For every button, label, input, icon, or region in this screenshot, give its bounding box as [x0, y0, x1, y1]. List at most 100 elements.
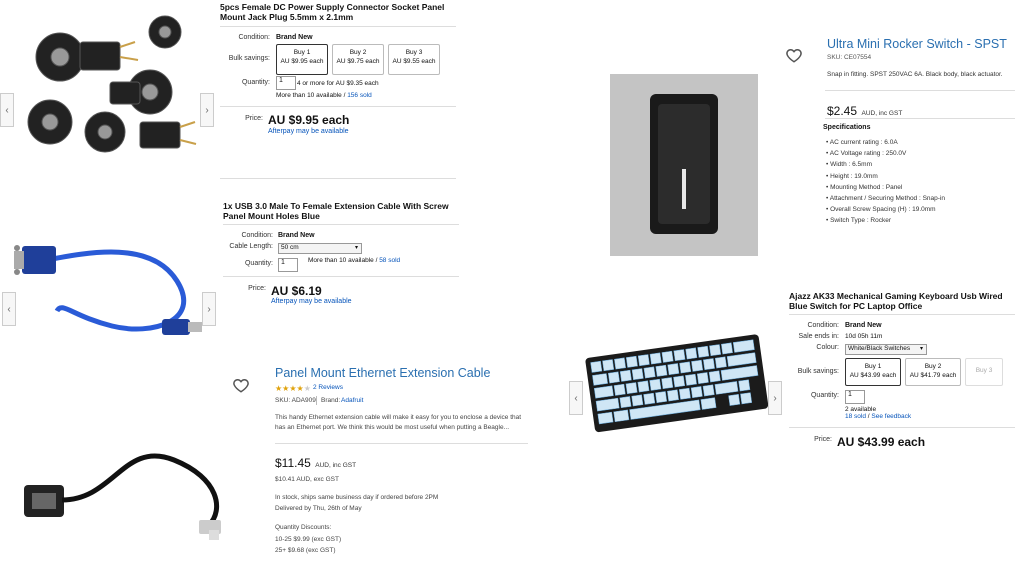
availability: More than 10 available / 156 sold: [276, 92, 372, 99]
brand-label: Brand:: [321, 397, 341, 404]
afterpay-note: Afterpay may be available: [268, 128, 349, 135]
colour-value: White/Black Switches: [848, 345, 911, 352]
price-label: Price:: [245, 115, 263, 122]
quantity-input[interactable]: 1: [845, 390, 865, 404]
spec-item: • Overall Screw Spacing (H) : 19.0mm: [826, 206, 936, 214]
chevron-down-icon: ▾: [919, 346, 923, 352]
bulk-qty: Buy 1: [293, 49, 311, 56]
condition-value: Brand New: [845, 322, 882, 329]
price-value: $11.45 AUD, inc GST: [275, 456, 357, 470]
spec-item: • Switch Type : Rocker: [826, 217, 892, 225]
spec-item: • AC Voltage rating : 250.0V: [826, 150, 907, 158]
star-icon: ★★★★: [275, 384, 304, 393]
condition-value: Brand New: [276, 34, 313, 41]
price-exc-gst: $10.41 AUD, exc GST: [275, 476, 339, 483]
cable-length-value: 50 cm: [281, 244, 299, 251]
listing-title[interactable]: 1x USB 3.0 Male To Female Extension Cabl…: [223, 201, 459, 221]
bulk-price: AU $43.99 each: [849, 372, 897, 379]
bulk-option-1[interactable]: Buy 1 AU $43.99 each: [845, 358, 901, 386]
next-image-arrow[interactable]: ›: [202, 292, 216, 326]
product-image-rocker-switch[interactable]: [610, 74, 758, 256]
bulk-savings-label: Bulk savings:: [797, 368, 839, 375]
sale-ends-label: Sale ends in:: [798, 333, 839, 340]
condition-value: Brand New: [278, 232, 315, 239]
bulk-qty: Buy 2: [924, 363, 942, 370]
stock-status: In stock, ships same business day if ord…: [275, 494, 439, 501]
bulk-option-2[interactable]: Buy 2 AU $9.75 each: [332, 44, 384, 75]
availability: More than 10 available / 58 sold: [308, 257, 401, 264]
afterpay-note: Afterpay may be available: [271, 298, 352, 305]
product-image-ethernet-cable[interactable]: [4, 400, 259, 567]
wishlist-heart-icon[interactable]: [232, 376, 250, 394]
product-image-keyboard[interactable]: [569, 291, 782, 448]
price-value: AU $6.19: [271, 284, 322, 298]
sold-link[interactable]: 156 sold: [347, 92, 372, 99]
condition-label: Condition:: [807, 322, 839, 329]
price-label: Price:: [814, 436, 832, 443]
bulk-option-1[interactable]: Buy 1 AU $9.95 each: [276, 44, 328, 75]
product-title[interactable]: Ultra Mini Rocker Switch - SPST: [827, 37, 1007, 51]
chevron-down-icon: ▾: [354, 245, 358, 251]
bulk-price: AU $9.55 each: [392, 58, 436, 65]
product-image-usb-cable[interactable]: [2, 201, 214, 348]
price-label: Price:: [248, 285, 266, 292]
reviews-link[interactable]: 2 Reviews: [313, 384, 343, 391]
spec-list: • AC current rating : 6.0A • AC Voltage …: [826, 137, 945, 227]
cable-length-select[interactable]: 50 cm ▾: [278, 243, 362, 254]
sold-feedback: 18 sold / See feedback: [845, 413, 912, 420]
bulk-price: AU $9.75 each: [336, 58, 380, 65]
bulk-option-3[interactable]: Buy 3: [965, 358, 1003, 386]
sale-ends-value: 10d 05h 11m: [845, 333, 883, 340]
listing-title[interactable]: 5pcs Female DC Power Supply Connector So…: [220, 2, 460, 22]
star-empty-icon: ★: [303, 384, 311, 393]
star-rating: ★★★★★: [275, 384, 311, 393]
product-sku: SKU: ADA909: [275, 397, 316, 404]
quantity-input[interactable]: 1: [276, 76, 296, 90]
wishlist-heart-icon[interactable]: [785, 46, 803, 64]
spec-item: • Width : 6.5mm: [826, 161, 872, 169]
price-value: AU $9.95 each: [268, 113, 350, 127]
product-image-dc-jack[interactable]: [0, 2, 212, 182]
quantity-label: Quantity:: [241, 79, 270, 86]
discount-tier: 25+ $9.68 (exc GST): [275, 547, 336, 554]
listing-title[interactable]: Ajazz AK33 Mechanical Gaming Keyboard Us…: [789, 291, 1017, 311]
price-value: AU $43.99 each: [837, 435, 926, 449]
bulk-price: AU $41.79 each: [909, 372, 957, 379]
next-image-arrow[interactable]: ›: [200, 93, 214, 127]
spec-item: • Mounting Method : Panel: [826, 183, 903, 191]
spec-item: • Height : 19.0mm: [826, 172, 878, 180]
feedback-link[interactable]: See feedback: [871, 413, 911, 420]
condition-label: Condition:: [241, 232, 273, 239]
discount-tier: 10-25 $9.99 (exc GST): [275, 536, 342, 543]
brand-link[interactable]: Adafruit: [341, 397, 363, 404]
bulk-qty: Buy 3: [975, 367, 993, 374]
colour-select[interactable]: White/Black Switches ▾: [845, 344, 927, 355]
more-offer: 4 or more for AU $9.35 each: [297, 80, 379, 87]
quantity-discounts-heading: Quantity Discounts:: [275, 524, 332, 531]
bulk-qty: Buy 1: [864, 363, 882, 370]
product-sku: SKU: CE07554: [827, 54, 872, 61]
bulk-option-3[interactable]: Buy 3 AU $9.55 each: [388, 44, 440, 75]
sold-link[interactable]: 18 sold: [845, 413, 866, 420]
prev-image-arrow[interactable]: ‹: [2, 292, 16, 326]
colour-label: Colour:: [816, 344, 839, 351]
prev-image-arrow[interactable]: ‹: [569, 381, 583, 415]
next-image-arrow[interactable]: ›: [768, 381, 782, 415]
spec-item: • Attachment / Securing Method : Snap-in: [826, 195, 945, 203]
bulk-qty: Buy 3: [405, 49, 423, 56]
product-description: This handy Ethernet extension cable will…: [275, 414, 522, 431]
product-description: Snap in fitting. SPST 250VAC 6A. Black b…: [827, 71, 1003, 78]
quantity-input[interactable]: 1: [278, 258, 298, 272]
specifications-heading: Specifications: [823, 124, 871, 131]
product-title[interactable]: Panel Mount Ethernet Extension Cable: [275, 366, 490, 380]
bulk-price: AU $9.95 each: [280, 58, 324, 65]
spec-item: • AC current rating : 6.0A: [826, 139, 898, 146]
bulk-option-2[interactable]: Buy 2 AU $41.79 each: [905, 358, 961, 386]
availability: 2 available: [845, 406, 877, 413]
sold-link[interactable]: 58 sold: [379, 257, 400, 264]
prev-image-arrow[interactable]: ‹: [0, 93, 14, 127]
condition-label: Condition:: [238, 34, 270, 41]
bulk-qty: Buy 2: [349, 49, 367, 56]
bulk-savings-label: Bulk savings:: [228, 55, 270, 62]
quantity-label: Quantity:: [244, 260, 273, 267]
